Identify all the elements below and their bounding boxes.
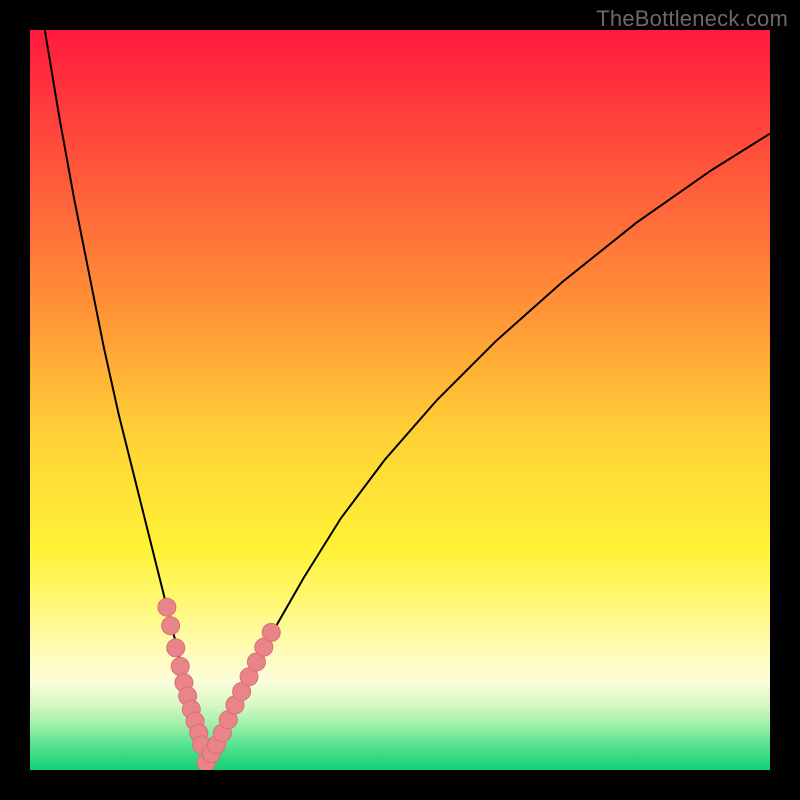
chart-svg bbox=[30, 30, 770, 770]
data-point bbox=[167, 639, 185, 657]
sample-points bbox=[158, 598, 280, 770]
curve-right bbox=[206, 134, 770, 763]
data-point bbox=[262, 623, 280, 641]
data-point bbox=[162, 617, 180, 635]
data-point bbox=[171, 657, 189, 675]
plot-area bbox=[30, 30, 770, 770]
data-point bbox=[158, 598, 176, 616]
watermark-text: TheBottleneck.com bbox=[596, 6, 788, 32]
